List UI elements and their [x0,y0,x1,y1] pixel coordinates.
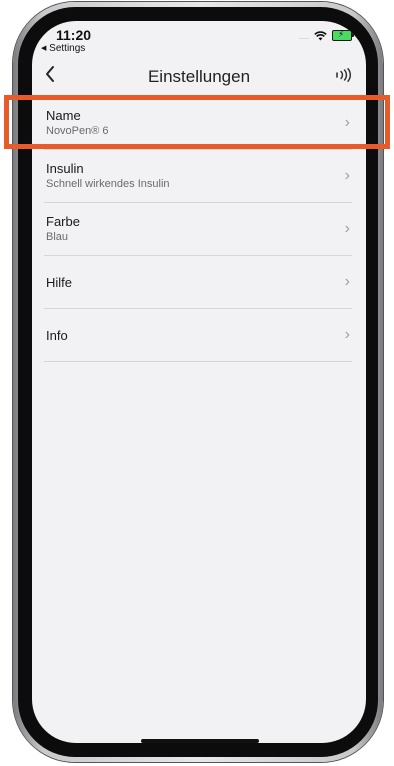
list-item-subtitle: NovoPen® 6 [46,125,109,137]
list-item-subtitle: Schnell wirkendes Insulin [46,178,170,190]
battery-charging-icon: ⚡ [332,29,354,41]
list-item-title: Hilfe [46,275,73,290]
signal-icon: .... [298,30,309,41]
status-icons: .... ⚡ [298,29,354,41]
chevron-right-icon: › [344,167,350,184]
list-item-name[interactable]: Name NovoPen® 6 › [44,97,352,150]
list-item-subtitle: Blau [46,231,69,243]
list-item-insulin[interactable]: Insulin Schnell wirkendes Insulin › [44,150,352,203]
chevron-right-icon: › [344,220,350,237]
chevron-right-icon: › [344,273,350,290]
charging-bolt-icon: ⚡ [338,29,345,39]
status-time: 11:20 [56,27,92,43]
page-title: Einstellungen [147,67,251,86]
stage: 11:20 ◀ Settings .... ⚡ Einstellungen Na… [0,0,394,766]
settings-list: Name NovoPen® 6 › Insulin Schnell wirken… [44,97,352,362]
nfc-icon [336,68,352,82]
list-item-hilfe[interactable]: Hilfe › [44,256,352,309]
screen: 11:20 ◀ Settings .... ⚡ Einstellungen Na… [32,21,366,743]
list-item-title: Name [46,108,81,123]
back-app-label: Settings [49,43,86,54]
wifi-icon [314,30,327,40]
list-item-title: Insulin [46,161,84,176]
back-to-settings-link[interactable]: ◀ Settings [41,43,85,54]
chevron-right-icon: › [344,114,350,131]
list-item-title: Farbe [46,214,80,229]
list-item-info[interactable]: Info › [44,309,352,362]
chevron-right-icon: › [344,326,350,343]
back-triangle-icon: ◀ [41,45,47,52]
nfc-button[interactable] [335,68,352,87]
list-item-farbe[interactable]: Farbe Blau › [44,203,352,256]
list-item-title: Info [46,328,68,343]
home-indicator[interactable] [141,739,259,743]
